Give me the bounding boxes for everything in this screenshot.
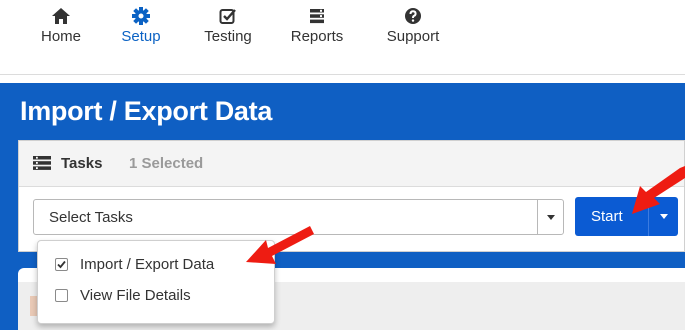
nav-item-setup[interactable]: Setup [111,6,171,45]
nav-item-testing[interactable]: Testing [195,6,261,45]
tasks-panel-header: Tasks 1 Selected [19,141,684,187]
task-checkbox[interactable] [55,258,68,271]
checkmark-icon [57,260,66,269]
tasks-label: Tasks [61,155,103,172]
nav-label-home: Home [40,28,81,45]
nav-label-support: Support [386,28,440,45]
task-option-view-file-details[interactable]: View File Details [38,282,274,310]
select-caret[interactable] [537,200,563,234]
tasks-selected-count: 1 Selected [129,155,204,172]
task-option-label: View File Details [80,287,191,304]
tasks-list-icon [33,156,51,170]
tasks-dropdown-menu: Import / Export Data View File Details [37,240,275,324]
gear-icon [132,7,150,25]
page-title: Import / Export Data [20,96,273,126]
caret-down-icon [547,215,555,220]
nav-label-testing: Testing [204,28,252,45]
nav-label-reports: Reports [290,28,344,45]
checkbox-icon [219,9,236,24]
question-icon [405,8,421,24]
nav-item-reports[interactable]: Reports [283,6,351,45]
task-checkbox[interactable] [55,289,68,302]
task-option-import-export[interactable]: Import / Export Data [38,251,274,279]
nav-item-home[interactable]: Home [35,6,87,45]
nav-item-support[interactable]: Support [375,6,451,45]
home-icon [52,8,70,24]
start-button-label: Start [591,208,623,225]
select-tasks-text: Select Tasks [49,209,133,226]
task-option-label: Import / Export Data [80,256,215,273]
top-navigation: Home Setup Testing Reports Support [0,0,685,75]
annotation-arrow-icon [246,226,314,264]
report-icon [310,9,324,24]
nav-label-setup: Setup [121,28,161,45]
annotation-arrow-icon [632,166,685,214]
